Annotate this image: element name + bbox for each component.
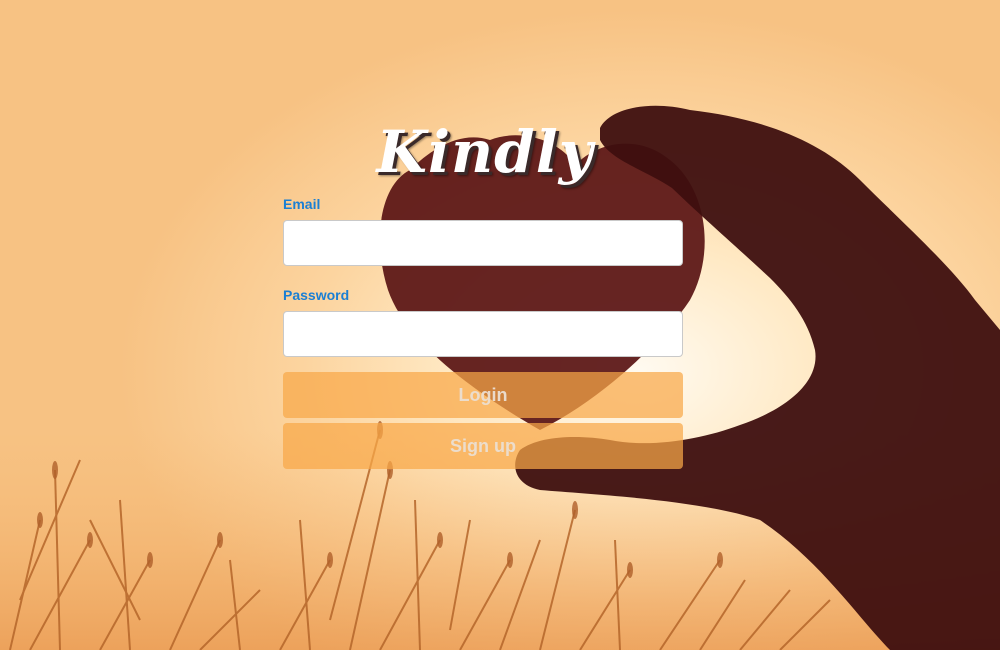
login-button[interactable]: Login <box>283 372 683 418</box>
email-label: Email <box>283 196 321 212</box>
app-logo: Kindly <box>376 118 594 186</box>
password-field[interactable] <box>283 311 683 357</box>
email-field[interactable] <box>283 220 683 266</box>
signup-button[interactable]: Sign up <box>283 423 683 469</box>
password-label: Password <box>283 287 350 303</box>
login-form: Email Password Login Sign up <box>283 195 683 469</box>
login-screen: Kindly Email Password Login Sign up <box>0 0 1000 650</box>
